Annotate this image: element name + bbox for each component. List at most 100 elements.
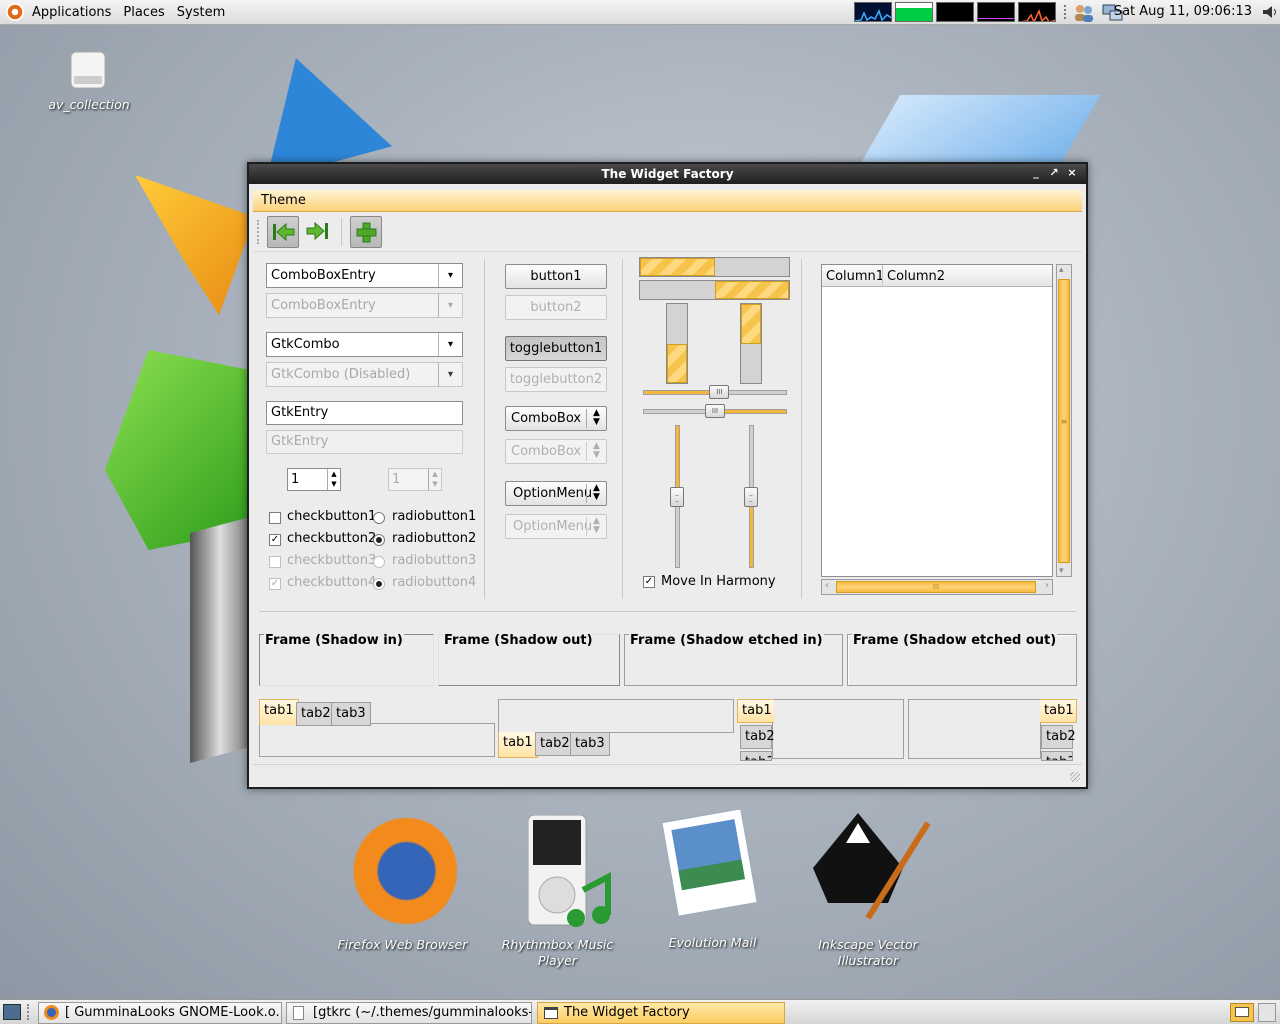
notebook-top-tab1[interactable]: tab1 <box>259 699 299 725</box>
cpu-monitor-icon[interactable] <box>854 2 892 22</box>
workspace-2[interactable] <box>1258 1003 1276 1022</box>
treeview[interactable]: Column1 Column2 <box>821 264 1053 577</box>
inkscape-label-2[interactable]: Illustrator <box>808 953 928 968</box>
updown-icon[interactable]: ▲ ▼ <box>586 484 606 503</box>
firefox-label[interactable]: Firefox Web Browser <box>330 937 475 952</box>
notebook-bottom-tab3[interactable]: tab3 <box>570 732 610 756</box>
inkscape-icon[interactable] <box>808 808 938 928</box>
horizontal-scroll-thumb[interactable]: III <box>836 581 1036 593</box>
frame-shadow-out: Frame (Shadow out) <box>438 633 620 686</box>
comboboxentry-disabled: ComboBoxEntry ▾ <box>266 293 463 318</box>
checkbutton2-label[interactable]: checkbutton2 <box>287 531 376 546</box>
notebook-bottom-tab2[interactable]: tab2 <box>535 732 575 756</box>
theme-menu[interactable]: Theme <box>261 193 306 208</box>
vertical-scrollbar[interactable]: ▴ ≡ ▾ <box>1056 264 1072 577</box>
column1-header[interactable]: Column1 <box>826 269 884 284</box>
close-icon[interactable]: × <box>1066 167 1078 179</box>
workspace-switcher[interactable] <box>1230 1003 1254 1022</box>
maximize-icon[interactable]: ↗ <box>1048 167 1060 179</box>
memory-monitor-icon[interactable] <box>895 2 933 22</box>
scroll-down-icon[interactable]: ▾ <box>1059 566 1064 576</box>
radiobutton1-circle[interactable] <box>373 512 385 524</box>
network-monitor-icon[interactable] <box>936 2 974 22</box>
radiobutton2-label[interactable]: radiobutton2 <box>392 531 476 546</box>
rhythmbox-label-2[interactable]: Player <box>495 953 620 968</box>
evolution-label[interactable]: Evolution Mail <box>655 935 770 950</box>
combobox[interactable]: ComboBox ▲ ▼ <box>505 406 607 431</box>
places-menu[interactable]: Places <box>117 5 170 20</box>
rhythmbox-label-1[interactable]: Rhythmbox Music <box>495 937 620 952</box>
forward-button[interactable] <box>302 216 334 248</box>
vscale-1-slider[interactable]: – – <box>670 486 684 507</box>
inkscape-label-1[interactable]: Inkscape Vector <box>808 937 928 952</box>
optionmenu[interactable]: OptionMenu ▲ ▼ <box>505 481 607 506</box>
back-button[interactable] <box>267 216 299 248</box>
notebook-bottom-tab1[interactable]: tab1 <box>498 732 538 758</box>
checkbutton2-box[interactable]: ✓ <box>269 534 281 546</box>
gtkcombo-text[interactable]: GtkCombo <box>267 337 438 352</box>
users-icon[interactable] <box>1073 3 1095 22</box>
notebook-top-tab2[interactable]: tab2 <box>296 702 336 726</box>
optionmenu-text[interactable]: OptionMenu <box>513 486 592 501</box>
togglebutton1[interactable]: togglebutton1 <box>505 336 607 361</box>
chevron-down-icon[interactable]: ▾ <box>438 333 462 356</box>
chevron-down-icon[interactable]: ▾ <box>438 264 462 287</box>
notebook-right-tab1[interactable]: tab1 <box>1040 699 1077 723</box>
scroll-left-icon[interactable]: ‹ <box>825 580 829 591</box>
combobox-text[interactable]: ComboBox <box>511 411 581 426</box>
task-widget-factory[interactable]: The Widget Factory <box>537 1002 785 1024</box>
spinbutton[interactable]: 1 ▲ ▼ <box>287 468 341 491</box>
spinbutton-value[interactable]: 1 <box>288 469 327 490</box>
move-in-harmony-checkbox[interactable]: ✓ <box>643 576 655 588</box>
radiobutton2-circle[interactable] <box>373 534 385 546</box>
gtkentry[interactable]: GtkEntry <box>266 401 463 425</box>
comboboxentry-disabled-text: ComboBoxEntry <box>271 298 376 313</box>
column2-header[interactable]: Column2 <box>887 269 945 284</box>
minimize-icon[interactable]: _ <box>1030 167 1042 179</box>
resize-grip-icon[interactable] <box>1070 772 1080 782</box>
hscale-1-slider[interactable]: III <box>709 385 730 399</box>
swap-monitor-icon[interactable] <box>977 2 1015 22</box>
task-gtkrc[interactable]: [gtkrc (~/.themes/gumminalooks-s... <box>286 1002 532 1024</box>
notebook-right-tab2[interactable]: tab2 <box>1041 725 1076 749</box>
task-firefox[interactable]: [ GumminaLooks GNOME-Look.o... <box>38 1002 282 1024</box>
show-desktop-icon[interactable] <box>3 1004 21 1020</box>
ubuntu-logo-icon[interactable] <box>6 3 24 21</box>
drive-icon[interactable] <box>68 50 108 92</box>
applications-menu[interactable]: Applications <box>26 5 117 20</box>
updown-icon[interactable]: ▲ ▼ <box>586 409 606 428</box>
spin-down-icon[interactable]: ▼ <box>328 479 340 489</box>
volume-icon[interactable] <box>1262 4 1278 20</box>
vertical-scroll-thumb[interactable]: ≡ <box>1058 279 1070 563</box>
gtkcombo[interactable]: GtkCombo ▾ <box>266 332 463 357</box>
spin-up-icon[interactable]: ▲ <box>328 469 340 479</box>
notebook-left-tab2[interactable]: tab2 <box>740 725 775 749</box>
scroll-up-icon[interactable]: ▴ <box>1059 265 1064 275</box>
rhythmbox-icon[interactable] <box>527 814 618 930</box>
checkbutton1-box[interactable] <box>269 512 281 524</box>
vscale-2-slider[interactable]: – – <box>744 486 758 507</box>
comboboxentry[interactable]: ComboBoxEntry ▾ <box>266 263 463 288</box>
firefox-icon[interactable] <box>345 815 457 927</box>
clock[interactable]: Sat Aug 11, 09:06:13 <box>1114 4 1252 19</box>
horizontal-scrollbar[interactable]: ‹ III › <box>821 579 1053 595</box>
system-menu[interactable]: System <box>171 5 231 20</box>
hscale-2-slider[interactable]: III <box>705 404 725 418</box>
scroll-right-icon[interactable]: › <box>1045 580 1049 591</box>
add-button[interactable] <box>350 216 382 248</box>
notebook-left-tab1[interactable]: tab1 <box>737 699 774 723</box>
notebook-left-tab3[interactable]: tab3 <box>740 751 772 761</box>
load-monitor-icon[interactable] <box>1018 2 1056 22</box>
comboboxentry-text[interactable]: ComboBoxEntry <box>267 268 438 283</box>
move-in-harmony-label[interactable]: Move In Harmony <box>661 574 776 589</box>
button1[interactable]: button1 <box>505 264 607 289</box>
notebook-right-tab3[interactable]: tab3 <box>1041 751 1073 761</box>
notebook-top-tab3[interactable]: tab3 <box>331 702 371 726</box>
frame-shadow-etched-in-label: Frame (Shadow etched in) <box>629 633 824 648</box>
vprogress-2-fill <box>741 304 761 344</box>
checkbutton1-label[interactable]: checkbutton1 <box>287 509 376 524</box>
av-collection-label[interactable]: av_collection <box>40 97 138 112</box>
evolution-mail-icon[interactable] <box>660 808 760 920</box>
window-titlebar[interactable]: The Widget Factory _ ↗ × <box>249 164 1086 184</box>
radiobutton1-label[interactable]: radiobutton1 <box>392 509 476 524</box>
